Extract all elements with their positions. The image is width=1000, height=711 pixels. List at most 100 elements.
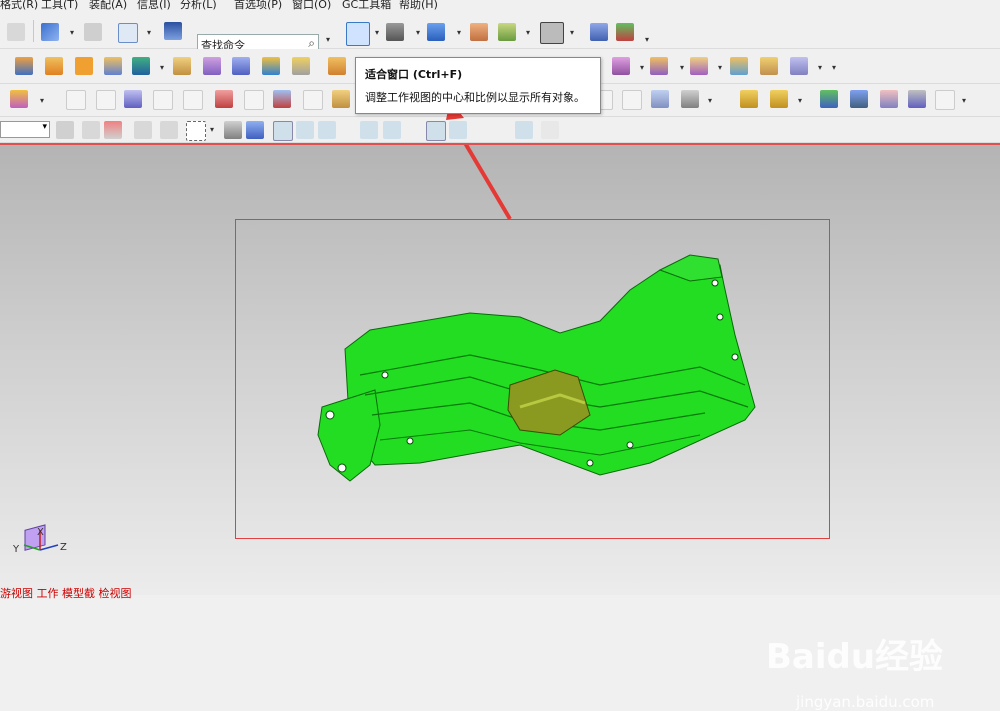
coordinate-tool-dropdown[interactable]: ▾ <box>962 96 966 105</box>
project-curve-icon[interactable] <box>273 90 291 108</box>
snap-on-curve-icon[interactable] <box>494 121 512 139</box>
block-icon[interactable] <box>173 57 191 75</box>
graphics-window[interactable]: Y Z X Baidu经验 jingyan.baidu.com <box>0 143 1000 711</box>
extrude-icon[interactable] <box>15 57 33 75</box>
snap-curve-icon[interactable] <box>338 121 356 139</box>
undo-icon[interactable] <box>41 23 59 41</box>
paste-icon[interactable] <box>7 23 25 41</box>
menu-gc-toolbox[interactable]: GC工具箱 <box>342 0 391 11</box>
datum-icon[interactable] <box>132 57 150 75</box>
fit-view-icon[interactable] <box>118 23 138 43</box>
move-component-icon[interactable] <box>590 23 608 41</box>
spline-icon[interactable] <box>153 90 173 110</box>
menu-info[interactable]: 信息(I) <box>137 0 171 11</box>
rectangle-select-dropdown[interactable]: ▾ <box>210 125 214 134</box>
cylinder-icon[interactable] <box>292 57 310 75</box>
feature-op-icon-4[interactable] <box>730 57 748 75</box>
info-icon[interactable] <box>164 22 182 40</box>
undo-dropdown-icon[interactable]: ▾ <box>70 28 74 37</box>
selection-scope-icon[interactable] <box>56 121 74 139</box>
text-icon[interactable] <box>10 90 28 108</box>
selection-filter-select[interactable]: ▾ <box>0 121 50 138</box>
section-view-icon[interactable] <box>470 23 488 41</box>
arc-icon[interactable] <box>96 90 116 110</box>
menu-help[interactable]: 帮助(H) <box>399 0 438 11</box>
shade-dropdown-icon[interactable]: ▾ <box>457 28 461 37</box>
search-dropdown-icon[interactable]: ▾ <box>326 35 330 44</box>
snap-on-face-icon[interactable] <box>515 121 533 139</box>
shaded-cube-icon[interactable] <box>427 23 445 41</box>
polygon-icon[interactable] <box>183 90 203 110</box>
background-dropdown-icon[interactable]: ▾ <box>570 28 574 37</box>
camera-view-icon[interactable] <box>498 23 516 41</box>
snap-grid-icon[interactable] <box>541 121 559 139</box>
snap-tangent-icon[interactable] <box>405 121 423 139</box>
box-icon[interactable] <box>328 57 346 75</box>
snap-control-point-icon[interactable] <box>360 121 378 139</box>
feature-op-icon-1[interactable] <box>612 57 630 75</box>
surface-tool-icon-4[interactable] <box>681 90 699 108</box>
menu-tools[interactable]: 工具(T) <box>41 0 78 11</box>
background-color-icon[interactable] <box>540 22 564 44</box>
pattern-icon[interactable] <box>75 57 93 75</box>
line-icon[interactable] <box>66 90 86 110</box>
snap-endpoint-icon[interactable] <box>273 121 293 141</box>
helix-icon[interactable] <box>124 90 142 108</box>
table-tool-icon[interactable] <box>880 90 898 108</box>
assembly-tool-dropdown[interactable]: ▾ <box>798 96 802 105</box>
surface-tool-dropdown[interactable]: ▾ <box>708 96 712 105</box>
redo-icon[interactable] <box>84 23 102 41</box>
bridge-curve-icon[interactable] <box>244 90 264 110</box>
text-dropdown-icon[interactable]: ▾ <box>40 96 44 105</box>
feature-op-icon-5[interactable] <box>760 57 778 75</box>
menu-assembly[interactable]: 装配(A) <box>89 0 127 11</box>
extract-curve-icon[interactable] <box>332 90 350 108</box>
menu-analysis[interactable]: 分析(L) <box>180 0 217 11</box>
datum-dropdown-icon[interactable]: ▾ <box>160 63 164 72</box>
surface-tool-icon-2[interactable] <box>622 90 642 110</box>
assembly-tool-icon-1[interactable] <box>740 90 758 108</box>
assembly-tool-icon-2[interactable] <box>770 90 788 108</box>
boolean-icon[interactable] <box>104 57 122 75</box>
feature-op-icon-2[interactable] <box>650 57 668 75</box>
assembly-dropdown-icon[interactable]: ▾ <box>645 35 649 44</box>
array-icon[interactable] <box>45 57 63 75</box>
offset-face-icon[interactable] <box>232 57 250 75</box>
surface-tool-icon-3[interactable] <box>651 90 669 108</box>
coordinate-tool-icon[interactable] <box>935 90 955 110</box>
selection-filter-icon[interactable] <box>104 121 122 139</box>
feature-op-dropdown-1[interactable]: ▾ <box>640 63 644 72</box>
feature-op-icon-6[interactable] <box>790 57 808 75</box>
select-face-icon[interactable] <box>246 121 264 139</box>
render-style-icon[interactable] <box>386 23 404 41</box>
navigator-icon[interactable] <box>850 90 868 108</box>
fit-dropdown-icon[interactable]: ▾ <box>375 28 379 37</box>
camera-dropdown-icon[interactable]: ▾ <box>526 28 530 37</box>
feature-op-dropdown-6[interactable]: ▾ <box>818 63 822 72</box>
offset-curve-icon[interactable] <box>215 90 233 108</box>
grid-tool-icon[interactable] <box>908 90 926 108</box>
shell-icon[interactable] <box>262 57 280 75</box>
snap-point-icon[interactable] <box>472 121 490 139</box>
view-dropdown-icon[interactable]: ▾ <box>147 28 151 37</box>
selection-type-icon[interactable] <box>82 121 100 139</box>
intersect-curve-icon[interactable] <box>303 90 323 110</box>
feature-op-icon-3[interactable] <box>690 57 708 75</box>
menu-window[interactable]: 窗口(O) <box>292 0 331 11</box>
fit-window-button[interactable] <box>346 22 370 46</box>
surface-icon[interactable] <box>203 57 221 75</box>
snap-intersection-icon[interactable] <box>383 121 401 139</box>
menu-format[interactable]: 格式(R) <box>0 0 38 11</box>
select-body-icon[interactable] <box>224 121 242 139</box>
rectangle-select-icon[interactable] <box>186 121 206 141</box>
check-tool-icon[interactable] <box>820 90 838 108</box>
snap-line-icon[interactable] <box>318 121 336 139</box>
select-all-icon[interactable] <box>160 121 178 139</box>
render-dropdown-icon[interactable]: ▾ <box>416 28 420 37</box>
toolbar-overflow-icon[interactable]: ▾ <box>832 63 836 72</box>
snap-icon[interactable] <box>134 121 152 139</box>
menu-preferences[interactable]: 首选项(P) <box>234 0 282 11</box>
assembly-constraint-icon[interactable] <box>616 23 634 41</box>
snap-midpoint-icon[interactable] <box>296 121 314 139</box>
feature-op-dropdown-3[interactable]: ▾ <box>718 63 722 72</box>
